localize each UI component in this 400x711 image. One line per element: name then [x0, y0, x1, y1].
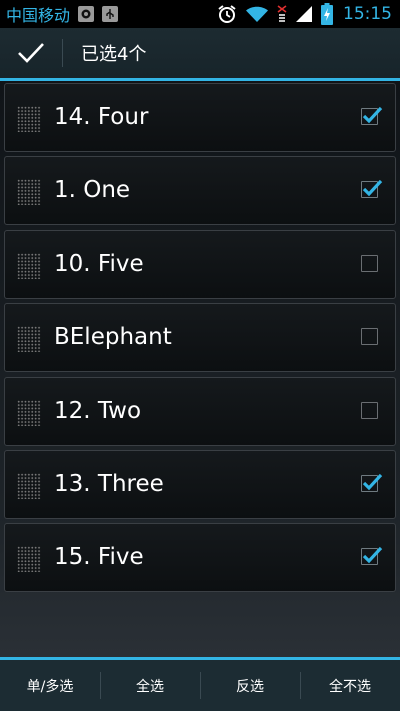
- bottom-action-bar: 单/多选 全选 反选 全不选: [0, 657, 400, 711]
- drag-handle-icon[interactable]: [17, 253, 41, 279]
- select-none-button[interactable]: 全不选: [300, 660, 400, 711]
- list-item[interactable]: 12. Two: [4, 377, 396, 446]
- usb-icon: [102, 6, 119, 22]
- drag-handle-icon[interactable]: [17, 106, 41, 132]
- done-button[interactable]: [0, 28, 62, 78]
- checkmark-icon: [362, 179, 383, 197]
- notification-icon: [78, 6, 95, 22]
- list-item[interactable]: 15. Five: [4, 523, 396, 592]
- single-multi-select-button[interactable]: 单/多选: [0, 660, 100, 711]
- battery-charging-icon: [321, 3, 333, 25]
- check-icon: [18, 43, 44, 63]
- list-item-label: 1. One: [54, 177, 131, 203]
- drag-handle-icon[interactable]: [17, 473, 41, 499]
- list-item-label: 12. Two: [54, 398, 142, 424]
- list-item[interactable]: 1. One: [4, 156, 396, 225]
- list-item[interactable]: 13. Three: [4, 450, 396, 519]
- list-item[interactable]: 14. Four: [4, 83, 396, 152]
- list-item-label: 14. Four: [54, 104, 149, 130]
- status-clock: 15:15: [343, 4, 392, 24]
- item-checkbox[interactable]: [361, 179, 383, 198]
- list-item[interactable]: 10. Five: [4, 230, 396, 299]
- checkmark-icon: [362, 106, 383, 124]
- checkmark-icon: [362, 546, 383, 564]
- drag-handle-icon[interactable]: [17, 326, 41, 352]
- item-checkbox[interactable]: [361, 106, 383, 125]
- status-bar: 中国移动 15:15: [0, 0, 400, 28]
- wifi-icon: [246, 6, 268, 22]
- item-checkbox[interactable]: [361, 402, 378, 419]
- alarm-icon: [218, 5, 236, 23]
- drag-handle-icon[interactable]: [17, 400, 41, 426]
- item-checkbox[interactable]: [361, 255, 378, 272]
- list-item-label: 10. Five: [54, 251, 144, 277]
- list-item-label: BElephant: [54, 324, 172, 350]
- item-checkbox[interactable]: [361, 546, 383, 565]
- item-checkbox[interactable]: [361, 328, 378, 345]
- signal-icon: [296, 6, 312, 22]
- list-item-label: 13. Three: [54, 471, 164, 497]
- checkmark-icon: [362, 473, 383, 491]
- carrier-name: 中国移动: [6, 6, 71, 25]
- list-item[interactable]: BElephant: [4, 303, 396, 372]
- sortable-list[interactable]: 14. Four 1. One 10. Five BElephant 12. T…: [0, 81, 400, 657]
- item-checkbox[interactable]: [361, 473, 383, 492]
- select-all-button[interactable]: 全选: [100, 660, 200, 711]
- invert-selection-button[interactable]: 反选: [200, 660, 300, 711]
- drag-handle-icon[interactable]: [17, 179, 41, 205]
- drag-handle-icon[interactable]: [17, 546, 41, 572]
- action-bar: 已选4个: [0, 28, 400, 78]
- no-sim-icon: [277, 5, 287, 22]
- list-item-label: 15. Five: [54, 544, 144, 570]
- action-bar-divider: [62, 39, 63, 67]
- selection-count-title: 已选4个: [81, 44, 147, 65]
